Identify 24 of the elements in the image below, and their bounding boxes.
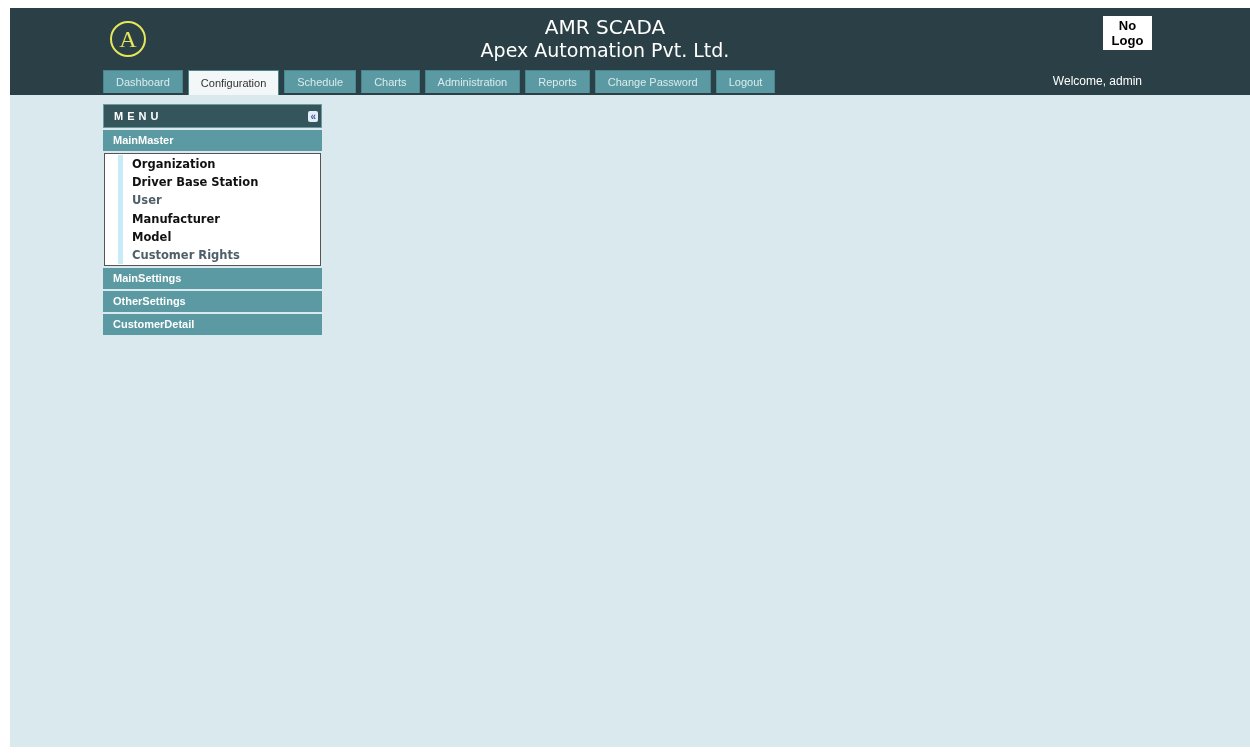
menu-link[interactable]: User xyxy=(118,191,320,210)
nav-tab[interactable]: Reports xyxy=(525,70,590,93)
menu-section[interactable]: MainMaster xyxy=(103,130,322,151)
nav-tab[interactable]: Configuration xyxy=(187,70,280,95)
menu-link[interactable]: Organization xyxy=(118,155,320,174)
menu-title: MENU xyxy=(114,110,163,122)
app-title: AMR SCADA xyxy=(544,16,666,38)
nav-tab[interactable]: Administration xyxy=(424,70,521,93)
no-logo-image: No Logo xyxy=(1103,16,1152,50)
collapse-icon[interactable]: « xyxy=(308,110,318,122)
nav-tab[interactable]: Charts xyxy=(361,70,420,93)
nav-tab[interactable]: Schedule xyxy=(284,70,357,93)
nav-tab[interactable]: Change Password xyxy=(594,70,711,93)
menu-link[interactable]: Driver Base Station xyxy=(118,173,320,192)
menu-link[interactable]: Manufacturer xyxy=(118,209,320,228)
menu-section[interactable]: MainSettings xyxy=(103,268,322,290)
menu-section[interactable]: OtherSettings xyxy=(103,291,322,313)
welcome-text: Welcome, admin xyxy=(1052,74,1142,90)
company-name: Apex Automation Pvt. Ltd. xyxy=(480,38,730,62)
logo-icon: A xyxy=(109,20,147,58)
nav-tab[interactable]: Logout xyxy=(715,70,776,93)
menu-section[interactable]: CustomerDetail xyxy=(103,314,322,336)
menu-link[interactable]: Model xyxy=(118,227,320,246)
nav-tab[interactable]: Dashboard xyxy=(103,70,183,93)
